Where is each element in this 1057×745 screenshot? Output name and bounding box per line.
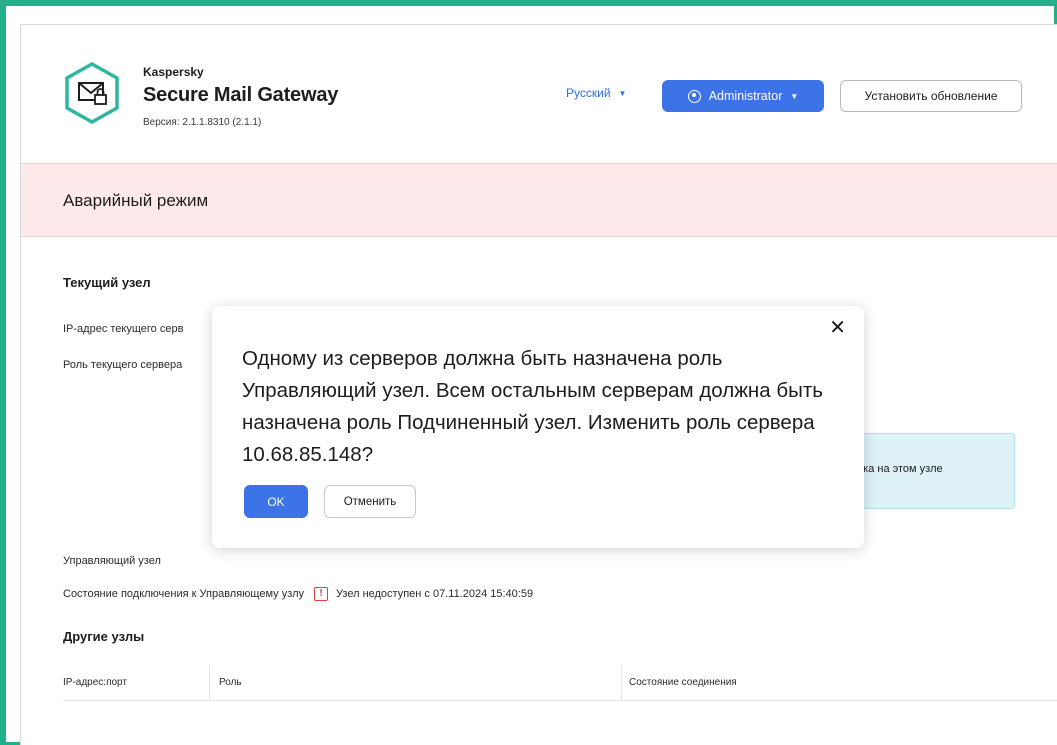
user-circle-icon: [687, 89, 701, 103]
language-label: Русский: [566, 86, 611, 100]
brand-vendor: Kaspersky: [143, 65, 204, 79]
alert-square-icon: !: [314, 587, 329, 601]
info-box-text: ика на этом узле: [857, 463, 943, 475]
current-server-ip-label: IP-адрес текущего серв: [63, 323, 184, 335]
page-title: Аварийный режим: [63, 191, 209, 210]
mail-lock-hexagon-icon: [65, 61, 119, 125]
account-label: Administrator: [708, 89, 783, 103]
chevron-down-icon: ▼: [618, 88, 627, 98]
current-server-role-label: Роль текущего сервера: [63, 359, 183, 371]
section-title-other-nodes: Другие узлы: [63, 629, 145, 644]
column-header-ip-port[interactable]: IP-адрес:порт: [63, 665, 127, 701]
column-header-role[interactable]: Роль: [219, 665, 242, 701]
cancel-button[interactable]: Отменить: [324, 485, 416, 518]
header: Kaspersky Secure Mail Gateway Версия: 2.…: [21, 25, 1057, 163]
emergency-mode-banner: Аварийный режим: [21, 163, 1057, 237]
column-divider: [209, 665, 210, 701]
column-header-connection-state[interactable]: Состояние соединения: [629, 665, 737, 701]
connection-status-label: Состояние подключения к Управляющему узл…: [63, 588, 305, 600]
language-selector[interactable]: Русский ▼: [566, 86, 626, 100]
ok-button[interactable]: OK: [244, 485, 308, 518]
chevron-down-icon: ▼: [790, 91, 799, 101]
version-label: Версия: 2.1.1.8310 (2.1.1): [143, 117, 262, 128]
close-icon[interactable]: ✕: [829, 318, 846, 338]
brand-title: Secure Mail Gateway: [143, 84, 339, 106]
connection-status-row: Состояние подключения к Управляющему узл…: [63, 587, 533, 601]
section-title-current-node: Текущий узел: [63, 275, 151, 290]
control-node-label: Управляющий узел: [63, 555, 161, 567]
account-menu-button[interactable]: Administrator ▼: [662, 80, 824, 112]
connection-status-value: Узел недоступен с 07.11.2024 15:40:59: [336, 588, 534, 600]
dialog-message: Одному из серверов должна быть назначена…: [242, 347, 823, 466]
column-divider: [621, 665, 622, 701]
confirm-role-change-dialog: ✕ Одному из серверов должна быть назначе…: [212, 306, 864, 548]
install-update-button[interactable]: Установить обновление: [840, 80, 1022, 112]
other-nodes-table-header: IP-адрес:порт Роль Состояние соединения: [63, 665, 1057, 701]
